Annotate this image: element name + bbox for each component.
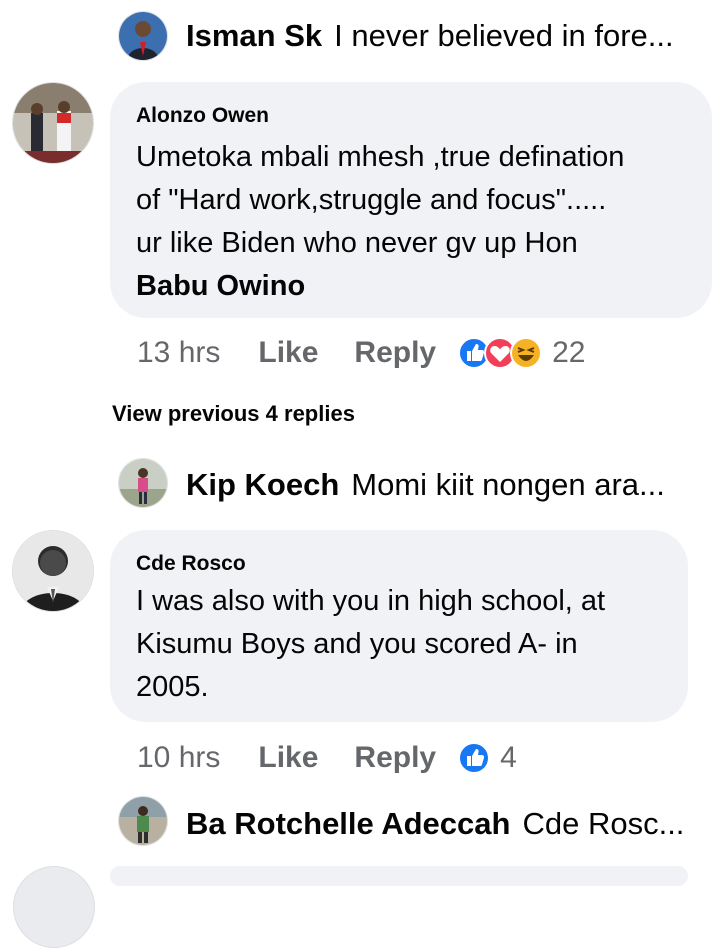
comment-actions: 13 hrs Like Reply 22 — [137, 336, 586, 370]
reply-snippet: Momi kiit nongen ara... — [351, 467, 665, 502]
comment-line: I was also with you in high school, at — [136, 585, 606, 617]
comment-text: I was also with you in high school, at K… — [136, 580, 605, 709]
reply-author[interactable]: Isman Sk — [186, 18, 322, 54]
avatar[interactable] — [118, 11, 168, 61]
timestamp[interactable]: 10 hrs — [137, 741, 220, 775]
haha-icon — [510, 337, 543, 369]
comment-author[interactable]: Alonzo Owen — [136, 104, 269, 128]
avatar[interactable] — [12, 82, 94, 164]
like-button[interactable]: Like — [258, 336, 318, 370]
reactions[interactable] — [458, 337, 543, 369]
reply-button[interactable]: Reply — [354, 336, 436, 370]
reply-author[interactable]: Ba Rotchelle Adeccah — [186, 806, 510, 842]
comment-line: 2005. — [136, 671, 209, 703]
reply-button[interactable]: Reply — [354, 741, 436, 775]
reply-preview[interactable]: Isman Sk I never believed in fore... — [186, 18, 674, 54]
timestamp[interactable]: 13 hrs — [137, 336, 220, 370]
comment-bubble[interactable]: Alonzo Owen Umetoka mbali mhesh ,true de… — [110, 82, 712, 318]
reply-preview[interactable]: Kip Koech Momi kiit nongen ara... — [186, 467, 665, 503]
comment-text: Umetoka mbali mhesh ,true defination of … — [136, 136, 624, 308]
avatar[interactable] — [12, 530, 94, 612]
comment-author[interactable]: Cde Rosco — [136, 552, 246, 576]
avatar[interactable] — [118, 458, 168, 508]
avatar[interactable] — [13, 866, 95, 948]
avatar[interactable] — [118, 796, 168, 846]
comment-bubble[interactable]: Cde Rosco I was also with you in high sc… — [110, 530, 688, 722]
reply-snippet: I never believed in fore... — [334, 18, 674, 53]
reactions[interactable] — [458, 742, 491, 774]
reply-preview[interactable]: Ba Rotchelle Adeccah Cde Rosc... — [186, 806, 684, 842]
comment-line: of "Hard work,struggle and focus"..... — [136, 184, 607, 216]
reaction-count[interactable]: 22 — [552, 336, 585, 370]
comment-line: ur like Biden who never gv up Hon — [136, 227, 578, 259]
reply-snippet: Cde Rosc... — [522, 806, 685, 841]
comment-bubble[interactable] — [110, 866, 688, 886]
like-button[interactable]: Like — [258, 741, 318, 775]
comment-line: Umetoka mbali mhesh ,true defination — [136, 141, 625, 173]
mentioned-user[interactable]: Babu Owino — [136, 270, 305, 302]
reaction-count[interactable]: 4 — [500, 741, 517, 775]
comment-actions: 10 hrs Like Reply 4 — [137, 741, 517, 775]
like-icon — [458, 742, 491, 774]
reply-author[interactable]: Kip Koech — [186, 467, 339, 503]
comment-line: Kisumu Boys and you scored A- in — [136, 628, 578, 660]
view-previous-replies[interactable]: View previous 4 replies — [112, 401, 355, 427]
